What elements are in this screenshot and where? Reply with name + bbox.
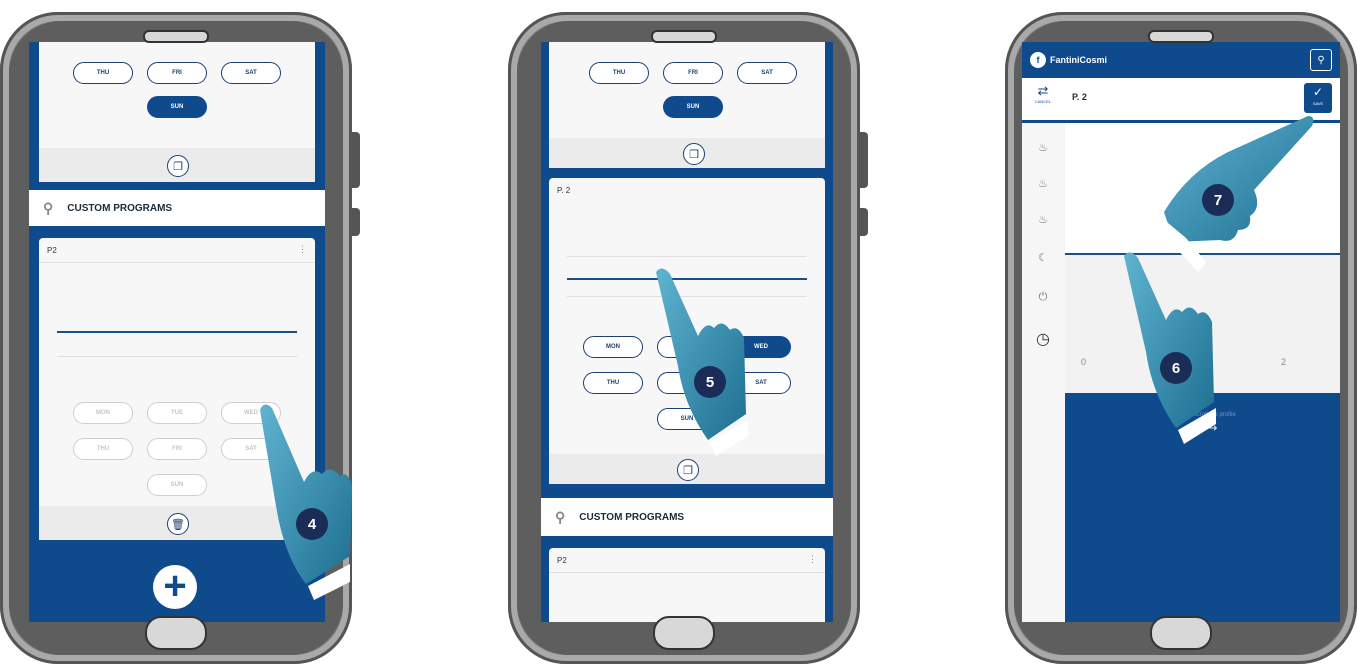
axis-label-0: 0 (1081, 357, 1087, 367)
economy-mode-icon[interactable]: ♨ (1033, 177, 1053, 190)
divider (549, 572, 825, 573)
app-header: f FantiniCosmi ⚲ (1022, 42, 1340, 78)
brand-logo: f FantiniCosmi (1030, 52, 1107, 68)
section-title: CUSTOM PROGRAMS (579, 511, 685, 523)
trash-icon[interactable]: 🗑 (167, 513, 189, 535)
day-mon[interactable]: MON (73, 402, 133, 424)
step-badge-7: 7 (1202, 184, 1234, 216)
cancel-label: CANCEL (1034, 99, 1052, 104)
card-footer: ❐ (549, 138, 825, 168)
phone-side-button (351, 132, 360, 188)
day-thu[interactable]: THU (73, 438, 133, 460)
profile-line (57, 331, 297, 333)
phone-speaker (1148, 30, 1214, 43)
day-fri[interactable]: FRI (147, 62, 207, 84)
antifreeze-mode-icon[interactable]: ♨ (1033, 213, 1053, 226)
program-name: P2 (557, 556, 567, 565)
divider (39, 262, 315, 263)
program-name: P2 (47, 246, 57, 255)
comfort-mode-icon[interactable]: ♨ (1033, 141, 1053, 154)
step-badge-6: 6 (1160, 352, 1192, 384)
clock-icon[interactable]: ◷ (1033, 329, 1053, 349)
logo-icon: f (1030, 52, 1046, 68)
axis-label-2: 2 (1281, 357, 1287, 367)
cancel-icon: ⇄ (1037, 83, 1049, 98)
step-badge-5: 5 (694, 366, 726, 398)
custom-programs-header: ⚲ CUSTOM PROGRAMS (541, 498, 833, 536)
pointing-hand-icon (656, 268, 748, 456)
days-card: THU FRI SAT SUN ❐ (549, 42, 825, 168)
phone-side-button (859, 208, 868, 236)
phone-side-button (859, 132, 868, 188)
pointing-hand-icon (1162, 116, 1314, 272)
add-program-button[interactable]: + (153, 565, 197, 609)
day-sat[interactable]: SAT (221, 62, 281, 84)
home-button (653, 616, 715, 650)
step-badge-4: 4 (296, 508, 328, 540)
brand-name: FantiniCosmi (1050, 55, 1108, 65)
save-icon: ✓ (1312, 85, 1324, 99)
home-button (1150, 616, 1212, 650)
phone-speaker (143, 30, 209, 43)
day-sat[interactable]: SAT (737, 62, 797, 84)
more-icon[interactable]: ⋮ (298, 244, 307, 255)
program-name: P. 2 (1072, 92, 1087, 102)
pointing-hand-icon (260, 404, 352, 600)
day-fri[interactable]: FRI (663, 62, 723, 84)
custom-programs-header: ⚲ CUSTOM PROGRAMS (29, 190, 325, 226)
user-icon: ⚲ (555, 508, 566, 525)
mode-sidebar: ♨ ♨ ♨ ☾ ⏻ ◷ (1022, 123, 1065, 622)
phone-speaker (651, 30, 717, 43)
copy-icon[interactable]: ❐ (167, 155, 189, 177)
user-icon: ⚲ (43, 199, 54, 216)
save-label: SAVE (1312, 101, 1324, 106)
phone-side-button (351, 208, 360, 236)
section-title: CUSTOM PROGRAMS (67, 202, 173, 214)
cancel-button[interactable]: ⇄ CANCEL (1030, 83, 1056, 104)
copy-icon[interactable]: ❐ (683, 143, 705, 165)
home-button (145, 616, 207, 650)
day-sun[interactable]: SUN (663, 96, 723, 118)
divider (57, 356, 297, 357)
save-button[interactable]: ✓ SAVE (1304, 83, 1332, 113)
day-thu[interactable]: THU (73, 62, 133, 84)
power-off-icon[interactable]: ⏻ (1033, 291, 1053, 304)
divider (567, 256, 807, 257)
day-sun[interactable]: SUN (147, 96, 207, 118)
program-card[interactable]: P2 ⋮ (549, 548, 825, 622)
profile-button[interactable]: ⚲ (1310, 49, 1332, 71)
card-footer: ❐ (39, 148, 315, 182)
day-thu[interactable]: THU (583, 372, 643, 394)
days-card: THU FRI SAT SUN ❐ (39, 42, 315, 182)
day-mon[interactable]: MON (583, 336, 643, 358)
more-icon[interactable]: ⋮ (808, 554, 817, 565)
day-thu[interactable]: THU (589, 62, 649, 84)
day-fri[interactable]: FRI (147, 438, 207, 460)
day-tue[interactable]: TUE (147, 402, 207, 424)
day-sun[interactable]: SUN (147, 474, 207, 496)
night-mode-icon[interactable]: ☾ (1033, 251, 1053, 264)
program-name: P. 2 (557, 186, 571, 195)
